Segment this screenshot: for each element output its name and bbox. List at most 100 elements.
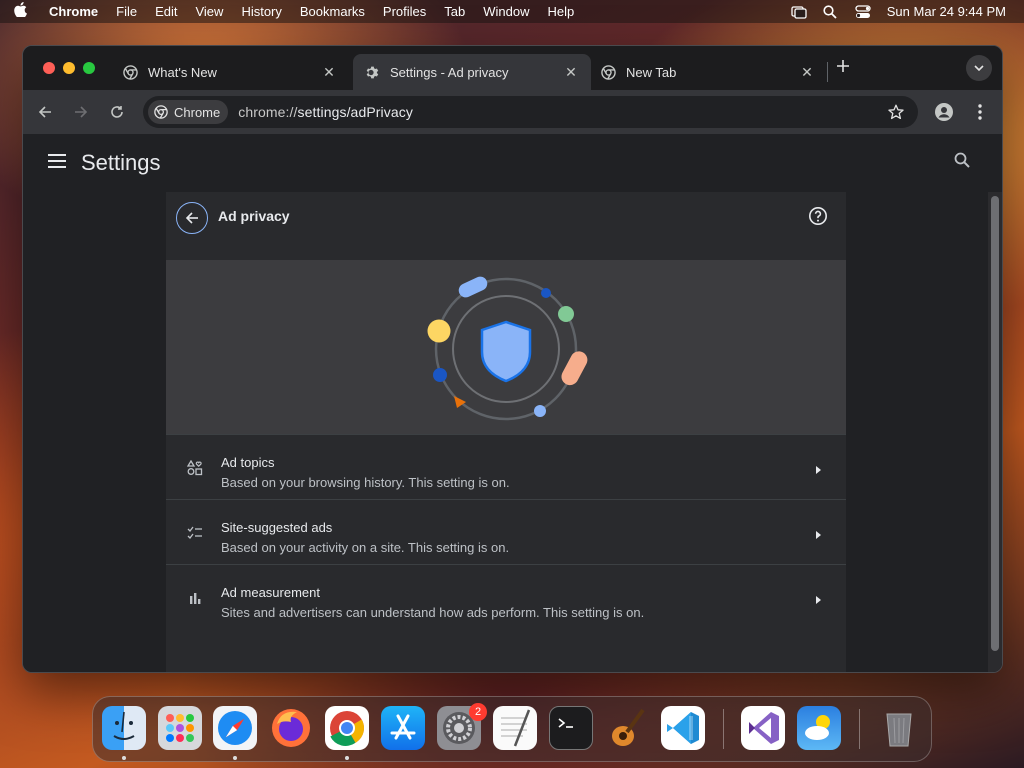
row-subtitle: Sites and advertisers can understand how…	[221, 605, 645, 620]
firefox-icon[interactable]	[269, 706, 313, 750]
chevron-right-icon	[814, 592, 822, 604]
close-tab-icon[interactable]: ✕	[321, 64, 337, 81]
help-circle-icon	[809, 207, 827, 225]
ad-privacy-illustration	[166, 260, 846, 434]
chrome-menu-button[interactable]	[968, 100, 992, 124]
chrome-icon	[601, 64, 616, 80]
ad-topics-row[interactable]: Ad topics Based on your browsing history…	[166, 434, 846, 499]
chevron-right-icon	[814, 462, 822, 474]
tab-search-button[interactable]	[966, 55, 992, 81]
menu-edit[interactable]: Edit	[146, 4, 186, 19]
menu-help[interactable]: Help	[539, 4, 584, 19]
menu-app-name[interactable]: Chrome	[40, 4, 107, 19]
site-suggested-ads-row[interactable]: Site-suggested ads Based on your activit…	[166, 499, 846, 564]
site-info-label: Chrome	[174, 104, 221, 120]
chevron-down-icon	[974, 65, 984, 71]
gear-icon	[365, 65, 380, 80]
toolbar: Chrome chrome://settings/adPrivacy	[23, 90, 1002, 134]
arrow-right-icon	[75, 106, 88, 118]
traffic-lights	[43, 62, 95, 74]
running-indicator	[122, 756, 126, 760]
tab-title: What's New	[148, 64, 217, 80]
help-button[interactable]	[808, 206, 828, 231]
reload-icon	[111, 106, 123, 118]
tab-title: New Tab	[626, 64, 677, 80]
textedit-icon[interactable]	[493, 706, 537, 750]
vscode-icon[interactable]	[661, 706, 705, 750]
tab-new-tab[interactable]: New Tab ✕	[589, 54, 827, 90]
finder-icon[interactable]	[102, 706, 146, 750]
menu-tab[interactable]: Tab	[435, 4, 474, 19]
back-button[interactable]	[33, 100, 57, 124]
more-vertical-icon	[978, 104, 982, 120]
zoom-window-button[interactable]	[83, 62, 95, 74]
profile-avatar-icon	[935, 103, 953, 121]
url-path: settings/adPrivacy	[297, 104, 413, 120]
forward-button[interactable]	[69, 100, 93, 124]
omnibox[interactable]: Chrome chrome://settings/adPrivacy	[143, 96, 918, 128]
notification-badge: 2	[469, 703, 487, 721]
menubar: Chrome File Edit View History Bookmarks …	[0, 0, 1024, 23]
menu-bookmarks[interactable]: Bookmarks	[291, 4, 374, 19]
row-subtitle: Based on your browsing history. This set…	[221, 475, 510, 490]
shield-illustration	[427, 276, 588, 421]
card-header: Ad privacy	[166, 192, 846, 260]
hamburger-menu-icon[interactable]	[48, 154, 66, 168]
row-title: Ad topics	[221, 455, 275, 470]
arrow-left-icon	[185, 212, 198, 224]
app-store-icon[interactable]	[381, 706, 425, 750]
menu-file[interactable]: File	[107, 4, 146, 19]
reload-button[interactable]	[105, 100, 129, 124]
close-tab-icon[interactable]: ✕	[799, 64, 815, 81]
spotlight-search-icon[interactable]	[823, 4, 839, 19]
bookmark-star-icon[interactable]	[888, 104, 904, 125]
card-title: Ad privacy	[218, 208, 290, 224]
profile-button[interactable]	[932, 100, 956, 124]
back-to-privacy-button[interactable]	[176, 202, 208, 234]
tab-title: Settings - Ad privacy	[390, 64, 509, 80]
menu-history[interactable]: History	[232, 4, 290, 19]
terminal-icon[interactable]	[549, 706, 593, 750]
url-scheme: chrome://	[238, 104, 298, 120]
dock: 2	[92, 696, 932, 762]
minimize-window-button[interactable]	[63, 62, 75, 74]
dock-separator	[723, 709, 724, 749]
control-center-icon[interactable]	[855, 4, 871, 19]
running-indicator	[233, 756, 237, 760]
search-settings-button[interactable]	[954, 152, 970, 173]
url-text: chrome://settings/adPrivacy	[238, 104, 413, 120]
chrome-window: What's New ✕ Settings - Ad privacy ✕ New…	[22, 45, 1003, 673]
chevron-right-icon	[814, 527, 822, 539]
visual-studio-icon[interactable]	[741, 706, 785, 750]
running-indicator	[345, 756, 349, 760]
tab-settings-ad-privacy[interactable]: Settings - Ad privacy ✕	[353, 54, 591, 90]
site-info-chip[interactable]: Chrome	[148, 100, 229, 124]
safari-icon[interactable]	[213, 706, 257, 750]
launchpad-icon[interactable]	[158, 706, 202, 750]
row-title: Site-suggested ads	[221, 520, 333, 535]
ad-privacy-card: Ad privacy Ad topics Based on your brows…	[166, 192, 846, 672]
menu-view[interactable]: View	[186, 4, 232, 19]
garageband-icon[interactable]	[605, 706, 649, 750]
weather-icon[interactable]	[797, 706, 841, 750]
apple-menu-icon[interactable]	[0, 2, 40, 21]
menu-profiles[interactable]: Profiles	[374, 4, 435, 19]
ad-topics-icon	[186, 459, 203, 476]
chrome-dock-icon[interactable]	[325, 706, 369, 750]
scrollbar-thumb[interactable]	[991, 196, 999, 651]
dock-separator	[859, 709, 860, 749]
menu-window[interactable]: Window	[474, 4, 538, 19]
trash-icon[interactable]	[877, 706, 921, 750]
close-tab-icon[interactable]: ✕	[563, 64, 579, 81]
arrow-left-icon	[38, 106, 51, 118]
new-tab-button[interactable]	[833, 58, 853, 78]
row-title: Ad measurement	[221, 585, 320, 600]
menubar-clock[interactable]: Sun Mar 24 9:44 PM	[887, 4, 1006, 19]
tab-whats-new[interactable]: What's New ✕	[111, 54, 349, 90]
tab-strip: What's New ✕ Settings - Ad privacy ✕ New…	[23, 46, 1002, 90]
search-icon	[954, 152, 970, 168]
ad-measurement-row[interactable]: Ad measurement Sites and advertisers can…	[166, 564, 846, 629]
screen-mirroring-icon[interactable]	[791, 5, 807, 19]
tab-separator	[827, 62, 828, 82]
close-window-button[interactable]	[43, 62, 55, 74]
